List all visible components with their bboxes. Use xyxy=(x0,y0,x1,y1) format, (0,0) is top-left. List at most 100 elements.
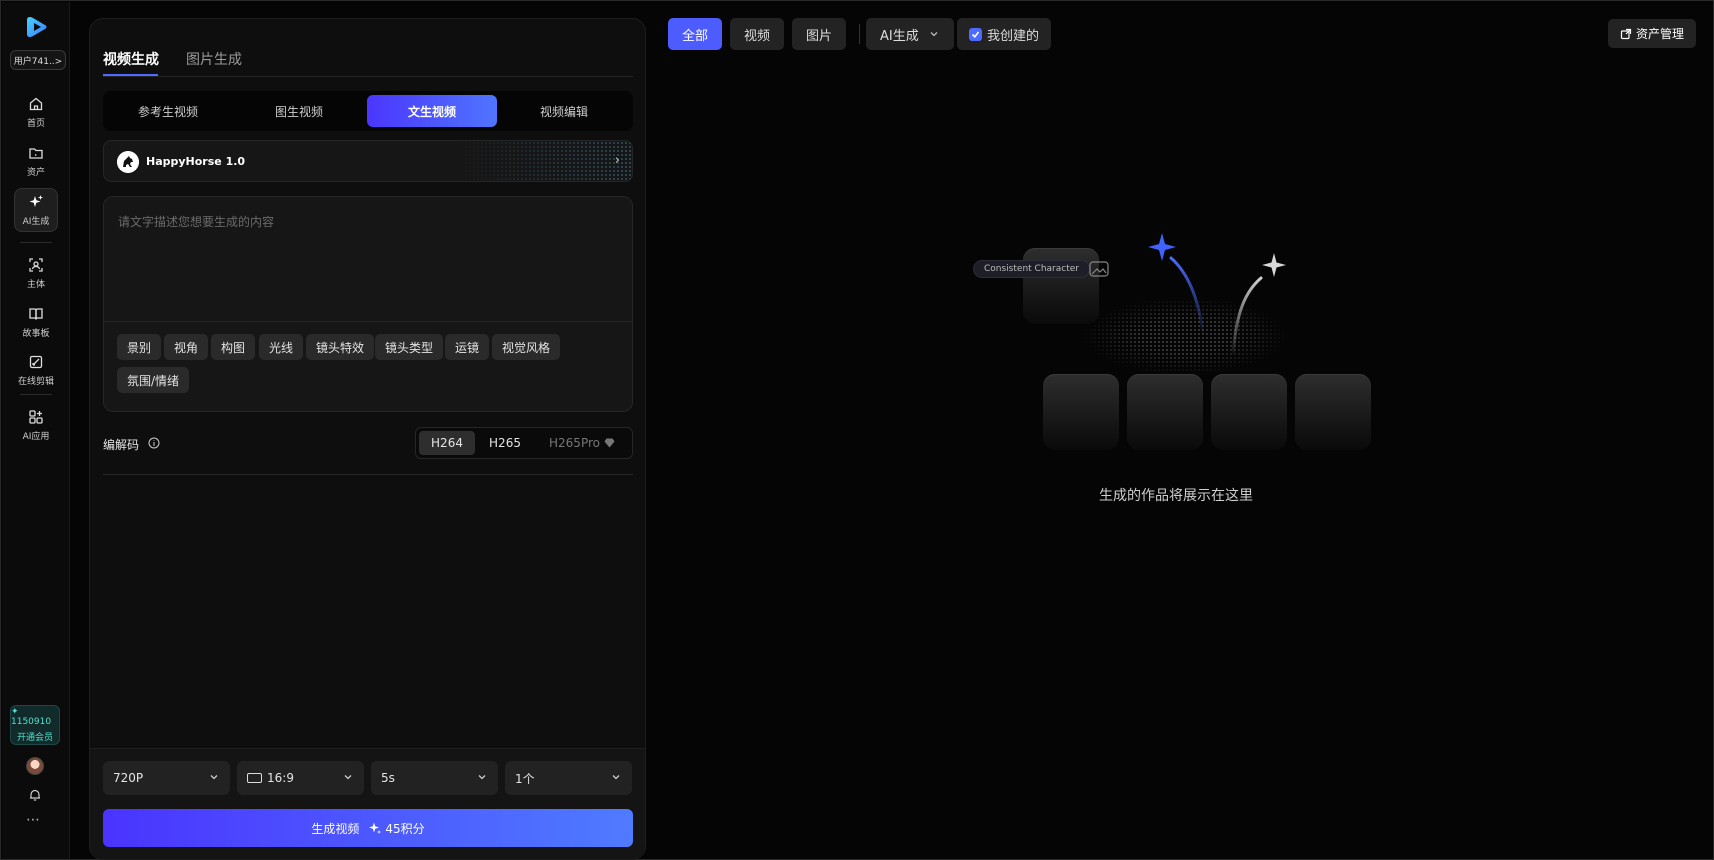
rail-item-label: 故事板 xyxy=(22,328,50,339)
home-icon xyxy=(29,97,43,110)
aspect-ratio-icon xyxy=(247,773,262,783)
chip-camera-move[interactable]: 运镜 xyxy=(445,334,490,360)
chip-angle[interactable]: 视角 xyxy=(164,334,209,360)
rail-divider xyxy=(20,242,52,243)
generate-label: 生成视频 xyxy=(311,821,360,836)
chip-composition[interactable]: 构图 xyxy=(211,334,256,360)
filter-ai-generate-dropdown[interactable]: AI生成 xyxy=(866,18,954,50)
rail-divider xyxy=(20,394,52,395)
generation-panel: 视频生成 图片生成 参考生视频 图生视频 文生视频 视频编辑 HappyHors… xyxy=(89,18,646,860)
external-link-icon xyxy=(1620,28,1632,39)
rail-item-label: 主体 xyxy=(26,279,45,290)
placeholder-tile xyxy=(1211,374,1287,450)
rail-item-assets[interactable]: 资产 xyxy=(14,139,58,183)
empty-state-illustration: Consistent Character xyxy=(971,226,1381,456)
codec-h265pro[interactable]: H265Pro xyxy=(536,431,628,455)
rail-item-ai-generate[interactable]: AI生成 xyxy=(14,188,58,232)
open-vip-link: 开通会员 xyxy=(16,733,53,743)
prompt-box: 景别 视角 构图 光线 镜头特效 镜头类型 运镜 视觉风格 氛围/情绪 xyxy=(103,196,633,412)
tab-text-to-video[interactable]: 文生视频 xyxy=(367,95,497,127)
filter-video[interactable]: 视频 xyxy=(730,18,785,50)
edit-icon xyxy=(29,355,43,368)
duration-value: 5s xyxy=(381,771,395,785)
aspect-ratio-select[interactable]: 16:9 xyxy=(237,761,364,795)
asset-management-label: 资产管理 xyxy=(1635,27,1684,41)
tab-image-generation[interactable]: 图片生成 xyxy=(186,49,242,69)
active-tab-indicator xyxy=(103,74,158,76)
chevron-down-icon xyxy=(930,32,938,37)
info-icon[interactable] xyxy=(148,437,160,449)
blue-sparkle-icon xyxy=(1148,233,1176,261)
rail-item-label: AI生成 xyxy=(22,216,50,227)
resolution-select[interactable]: 720P xyxy=(103,761,230,795)
app-window: 用户741..> 首页 资产 AI生成 主体 故事板 在线剪辑 AI应用 ✦ 1… xyxy=(0,0,1714,860)
chevron-down-icon xyxy=(612,775,620,780)
rail-item-label: AI应用 xyxy=(22,431,50,442)
more-icon[interactable]: ⋯ xyxy=(26,812,41,828)
tab-video-edit[interactable]: 视频编辑 xyxy=(499,95,629,127)
filter-mine-label: 我创建的 xyxy=(987,28,1040,44)
filter-all[interactable]: 全部 xyxy=(668,18,723,50)
placeholder-tile xyxy=(1295,374,1371,450)
tab-image-to-video[interactable]: 图生视频 xyxy=(234,95,364,127)
checkbox-checked-icon xyxy=(969,27,982,41)
credits-balance: ✦ 1150910 xyxy=(11,707,52,727)
tab-video-generation[interactable]: 视频生成 xyxy=(103,49,159,69)
model-selector[interactable]: HappyHorse 1.0 › xyxy=(103,140,633,182)
chip-shot-size[interactable]: 景别 xyxy=(117,334,162,360)
filter-divider xyxy=(859,24,860,44)
user-menu[interactable]: 用户741..> xyxy=(10,50,66,70)
prompt-input[interactable] xyxy=(118,213,618,313)
rail-item-online-edit[interactable]: 在线剪辑 xyxy=(14,348,58,392)
codec-divider xyxy=(103,474,633,475)
filter-ai-generate-label: AI生成 xyxy=(880,28,919,44)
chevron-down-icon xyxy=(344,775,352,780)
book-icon xyxy=(29,307,43,320)
rail-item-ai-apps[interactable]: AI应用 xyxy=(14,403,58,447)
subject-scan-icon xyxy=(29,257,43,272)
rail-item-home[interactable]: 首页 xyxy=(14,90,58,134)
tab-reference-to-video[interactable]: 参考生视频 xyxy=(103,95,233,127)
left-rail: 用户741..> 首页 资产 AI生成 主体 故事板 在线剪辑 AI应用 ✦ 1… xyxy=(2,2,70,859)
chip-mood[interactable]: 氛围/情绪 xyxy=(117,367,190,393)
rail-item-storyboard[interactable]: 故事板 xyxy=(14,300,58,344)
chip-visual-style[interactable]: 视觉风格 xyxy=(492,334,561,360)
count-value: 1个 xyxy=(515,771,535,786)
white-sparkle-icon xyxy=(1262,253,1286,277)
rail-item-label: 首页 xyxy=(26,118,45,129)
chip-lens-type[interactable]: 镜头类型 xyxy=(375,334,444,360)
rail-item-label: 在线剪辑 xyxy=(17,376,54,387)
chip-lighting[interactable]: 光线 xyxy=(259,334,304,360)
codec-h265[interactable]: H265 xyxy=(477,431,533,455)
membership-card[interactable]: ✦ 1150910 开通会员 xyxy=(10,705,60,745)
generate-cost: 45积分 xyxy=(385,821,425,836)
asset-management-button[interactable]: 资产管理 xyxy=(1608,19,1696,48)
filter-image[interactable]: 图片 xyxy=(792,18,847,50)
rail-item-subject[interactable]: 主体 xyxy=(14,251,58,295)
sparkle-icon xyxy=(29,194,43,207)
codec-h264[interactable]: H264 xyxy=(419,431,475,455)
chevron-down-icon xyxy=(478,775,486,780)
codec-selector: H264 H265 H265Pro xyxy=(415,427,633,459)
apps-icon xyxy=(29,409,43,424)
sparkle-icon xyxy=(369,822,382,834)
tab-divider xyxy=(103,76,633,77)
folder-icon xyxy=(29,147,43,159)
rail-item-label: 资产 xyxy=(26,167,45,178)
duration-select[interactable]: 5s xyxy=(371,761,498,795)
chevron-right-icon: › xyxy=(614,153,620,168)
codec-option-label: H265Pro xyxy=(549,436,600,450)
filter-mine-checkbox[interactable]: 我创建的 xyxy=(957,18,1052,50)
chip-lens-effects[interactable]: 镜头特效 xyxy=(306,334,375,360)
avatar[interactable] xyxy=(26,757,44,775)
bell-icon[interactable] xyxy=(28,788,42,802)
generate-video-button[interactable]: 生成视频 45积分 xyxy=(103,809,633,847)
codec-label: 编解码 xyxy=(103,438,140,452)
model-row-dot-pattern xyxy=(452,141,632,181)
chevron-down-icon xyxy=(210,775,218,780)
app-logo-icon[interactable] xyxy=(24,14,50,40)
horse-logo-icon xyxy=(117,151,139,173)
aspect-ratio-value: 16:9 xyxy=(267,771,294,785)
model-name: HappyHorse 1.0 xyxy=(146,155,246,168)
count-select[interactable]: 1个 xyxy=(505,761,632,795)
